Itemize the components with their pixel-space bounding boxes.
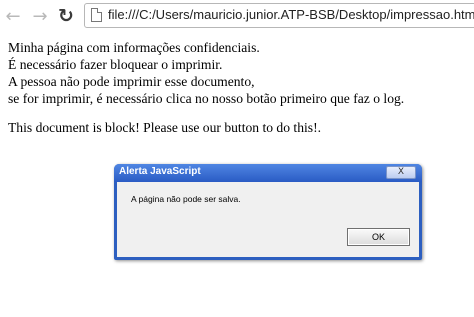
text-line: A pessoa não pode imprimir esse document… xyxy=(8,74,255,89)
page-content: Minha página com informações confidencia… xyxy=(8,39,468,136)
info-paragraph: Minha página com informações confidencia… xyxy=(8,39,468,107)
dialog-title: Alerta JavaScript xyxy=(119,166,201,177)
reload-icon[interactable]: ↻ xyxy=(56,5,76,27)
dialog-titlebar[interactable]: Alerta JavaScript X xyxy=(114,164,422,182)
text-line: se for imprimir, é necessário clica no n… xyxy=(8,91,405,106)
browser-toolbar: ← → ↻ file:///C:/Users/mauricio.junior.A… xyxy=(0,0,474,36)
page-icon xyxy=(91,8,102,22)
ok-button[interactable]: OK xyxy=(347,228,410,246)
url-text[interactable]: file:///C:/Users/mauricio.junior.ATP-BSB… xyxy=(108,7,474,22)
close-button[interactable]: X xyxy=(386,166,416,179)
address-bar[interactable]: file:///C:/Users/mauricio.junior.ATP-BSB… xyxy=(84,3,474,28)
text-line: Minha página com informações confidencia… xyxy=(8,40,260,55)
text-line: É necessário fazer bloquear o imprimir. xyxy=(8,57,223,72)
dialog-message: A página não pode ser salva. xyxy=(131,194,241,204)
dialog-body: A página não pode ser salva. OK xyxy=(117,182,419,257)
alert-dialog: Alerta JavaScript X A página não pode se… xyxy=(114,164,422,260)
block-message: This document is block! Please use our b… xyxy=(8,120,321,135)
back-arrow-icon[interactable]: ← xyxy=(3,6,23,27)
forward-arrow-icon[interactable]: → xyxy=(30,6,50,27)
close-icon: X xyxy=(397,167,405,177)
